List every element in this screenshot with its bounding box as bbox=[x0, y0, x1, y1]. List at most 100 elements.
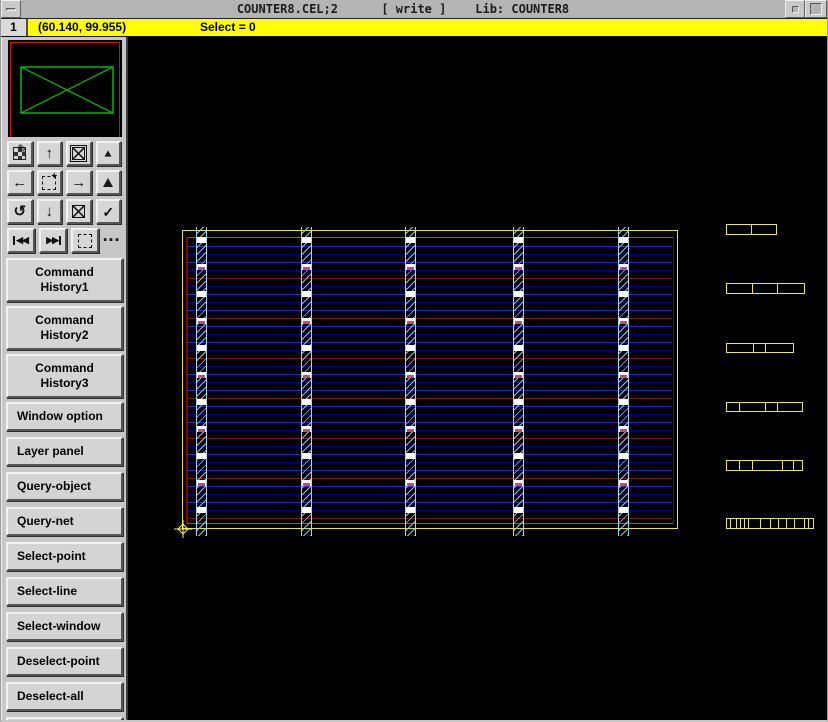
sidebar-button-command-history3[interactable]: Command History3 bbox=[6, 354, 123, 398]
cell-outline[interactable] bbox=[726, 343, 794, 353]
box-cross-double-icon bbox=[72, 147, 85, 160]
history-forward-button[interactable]: ▶▶ bbox=[39, 228, 67, 253]
window-menu-button[interactable] bbox=[1, 0, 21, 18]
overview-panel[interactable] bbox=[8, 40, 122, 137]
sidebar-button-command-history2[interactable]: Command History2 bbox=[6, 306, 123, 350]
cell-outline[interactable] bbox=[726, 460, 803, 471]
routing-track bbox=[188, 294, 672, 295]
pan-rotate-button[interactable]: ↺ bbox=[7, 199, 33, 224]
arrow-down-button[interactable]: ↓ bbox=[37, 199, 63, 224]
cell-outline[interactable] bbox=[726, 224, 777, 235]
via-column bbox=[405, 227, 416, 536]
history-back-icon: ◀◀ bbox=[13, 236, 29, 245]
via-contact bbox=[619, 237, 628, 243]
more-options-button[interactable]: ▪▪▪ bbox=[103, 235, 121, 246]
power-rail-top bbox=[187, 237, 673, 238]
maximize-button[interactable] bbox=[805, 0, 827, 18]
sidebar-button-select-point[interactable]: Select-point bbox=[6, 542, 123, 571]
cell-segment bbox=[727, 344, 754, 352]
net-label-mark bbox=[515, 267, 522, 270]
zoom-in-hill-button[interactable] bbox=[96, 170, 122, 195]
box-cross-double-button[interactable] bbox=[66, 141, 92, 166]
sidebar-button-query-object[interactable]: Query-object bbox=[6, 472, 123, 501]
net-label-mark bbox=[515, 429, 522, 432]
net-label-mark bbox=[407, 429, 414, 432]
zoom-in-hill-icon bbox=[103, 178, 113, 187]
layout-canvas[interactable] bbox=[128, 37, 827, 720]
net-label-mark bbox=[620, 321, 627, 324]
via-contact bbox=[514, 291, 523, 297]
corner-check-button[interactable]: ✓ bbox=[96, 199, 122, 224]
sidebar-button-select-line[interactable]: Select-line bbox=[6, 577, 123, 606]
sidebar-command-buttons: Command History1Command History2Command … bbox=[2, 258, 126, 720]
via-contact bbox=[406, 345, 415, 351]
sidebar-button-query-net[interactable]: Query-net bbox=[6, 507, 123, 536]
net-label-mark bbox=[407, 267, 414, 270]
select-box-button[interactable] bbox=[71, 228, 99, 253]
paint-edit-icon: ✎ bbox=[13, 147, 26, 160]
cell-segment bbox=[809, 519, 813, 528]
via-contact bbox=[406, 507, 415, 513]
net-label-mark bbox=[620, 375, 627, 378]
corner-check-icon: ✓ bbox=[102, 205, 114, 219]
via-contact bbox=[197, 399, 206, 405]
cursor-coordinates: (60.140, 99.955) bbox=[38, 19, 176, 36]
net-label-mark bbox=[198, 429, 205, 432]
routing-track bbox=[188, 470, 672, 471]
window-number-badge[interactable]: 1 bbox=[1, 19, 28, 36]
via-contact bbox=[302, 345, 311, 351]
net-label-mark bbox=[515, 375, 522, 378]
routing-track bbox=[188, 390, 672, 391]
iconify-button[interactable] bbox=[785, 0, 805, 18]
history-back-button[interactable]: ◀◀ bbox=[7, 228, 35, 253]
sidebar-button-ruler[interactable]: Ruler bbox=[6, 717, 123, 720]
net-label-mark bbox=[198, 375, 205, 378]
arrow-left-button[interactable]: ← bbox=[7, 170, 33, 195]
window-menu-icon bbox=[6, 8, 16, 11]
select-box-icon bbox=[78, 234, 92, 248]
cell-segment bbox=[766, 344, 793, 352]
cell-segment bbox=[752, 225, 776, 234]
routing-track bbox=[188, 430, 672, 431]
sidebar-button-select-window[interactable]: Select-window bbox=[6, 612, 123, 641]
overview-viewport-icon bbox=[20, 66, 114, 114]
cell-outline[interactable] bbox=[726, 402, 803, 412]
via-contact bbox=[514, 453, 523, 459]
cell-outline[interactable] bbox=[726, 283, 805, 294]
via-contact bbox=[514, 237, 523, 243]
maximize-icon bbox=[810, 3, 822, 15]
routing-track bbox=[188, 326, 672, 327]
cell-segment bbox=[753, 284, 778, 293]
sidebar-button-window-option[interactable]: Window option bbox=[6, 402, 123, 431]
routing-track bbox=[188, 374, 672, 375]
arrow-right-button[interactable]: → bbox=[66, 170, 92, 195]
routing-track bbox=[188, 494, 672, 495]
routing-track bbox=[188, 422, 672, 423]
via-contact bbox=[302, 507, 311, 513]
sidebar-button-deselect-all[interactable]: Deselect-all bbox=[6, 682, 123, 711]
via-contact bbox=[619, 507, 628, 513]
zoom-out-hill-button[interactable] bbox=[96, 141, 122, 166]
routing-track bbox=[188, 366, 672, 367]
via-contact bbox=[514, 345, 523, 351]
zoom-area-button[interactable]: + bbox=[37, 170, 63, 195]
via-contact bbox=[406, 237, 415, 243]
paint-edit-button[interactable]: ✎ bbox=[7, 141, 33, 166]
arrow-down-icon: ↓ bbox=[46, 204, 54, 219]
box-cross-button[interactable] bbox=[66, 199, 92, 224]
cell-segment bbox=[727, 225, 752, 234]
via-contact bbox=[514, 507, 523, 513]
net-label-mark bbox=[303, 429, 310, 432]
arrow-up-button[interactable]: ↑ bbox=[37, 141, 63, 166]
cell-outline[interactable] bbox=[726, 518, 814, 529]
via-contact bbox=[197, 237, 206, 243]
cell-segment bbox=[754, 344, 766, 352]
sidebar-button-deselect-point[interactable]: Deselect-point bbox=[6, 647, 123, 676]
routing-track bbox=[188, 342, 672, 343]
sidebar-button-command-history1[interactable]: Command History1 bbox=[6, 258, 123, 302]
routing-track bbox=[188, 262, 672, 263]
cell-segment bbox=[783, 461, 794, 470]
sidebar-button-layer-panel[interactable]: Layer panel bbox=[6, 437, 123, 466]
routing-track bbox=[188, 286, 672, 287]
routing-track bbox=[188, 462, 672, 463]
